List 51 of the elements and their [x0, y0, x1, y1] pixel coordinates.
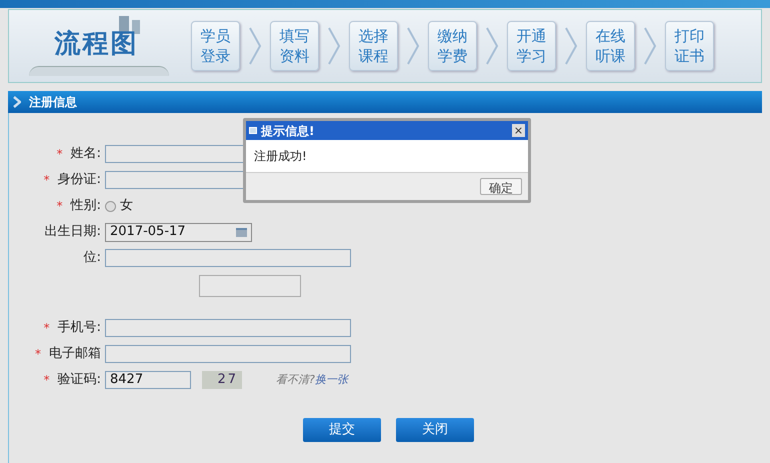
- window-icon: [249, 127, 257, 134]
- required-mark: *: [44, 172, 50, 189]
- field-label: 出生日期:: [44, 223, 101, 242]
- chevron-icon: [485, 26, 499, 66]
- chevron-icon: [327, 26, 341, 66]
- step-button[interactable]: 填写 资料: [270, 21, 319, 71]
- refresh-link[interactable]: 换一张: [314, 372, 348, 388]
- required-mark: *: [35, 346, 41, 363]
- dialog-message: 注册成功!: [253, 148, 308, 165]
- field-label: 手机号:: [58, 319, 101, 338]
- form-button[interactable]: 提交: [303, 418, 381, 442]
- required-mark: *: [44, 320, 50, 337]
- step-button[interactable]: 选择 课程: [349, 21, 398, 71]
- step-button[interactable]: 学员 登录: [191, 21, 240, 71]
- chevron-icon: [406, 26, 420, 66]
- field-label: 电子邮箱: [49, 345, 101, 364]
- form-button[interactable]: 关闭: [396, 418, 474, 442]
- required-mark: *: [56, 198, 63, 215]
- required-mark: *: [44, 372, 50, 389]
- step-button[interactable]: 开通 学习: [507, 21, 556, 71]
- field-label: 验证码:: [58, 371, 101, 390]
- dialog-titlebar: 提示信息! ×: [246, 121, 528, 140]
- field-label: 姓名:: [70, 145, 101, 164]
- radio-label: 女: [120, 197, 133, 216]
- text-field[interactable]: [105, 145, 245, 163]
- field-label: 性别:: [70, 197, 101, 216]
- step-button[interactable]: 在线 听课: [586, 21, 635, 71]
- chevron-icon: [13, 96, 21, 108]
- required-mark: *: [56, 146, 63, 163]
- calendar-icon[interactable]: [236, 228, 247, 236]
- text-field[interactable]: [105, 249, 351, 267]
- hint-text: 看不清?: [276, 372, 315, 388]
- date-field[interactable]: 2017-05-17: [105, 222, 252, 242]
- section-header: 注册信息: [8, 91, 762, 113]
- ok-button[interactable]: 确定: [480, 178, 522, 195]
- step-button[interactable]: 缴纳 学费: [428, 21, 477, 71]
- text-field[interactable]: [105, 171, 245, 189]
- text-field[interactable]: [105, 345, 351, 363]
- text-field[interactable]: [199, 275, 301, 297]
- text-field[interactable]: [105, 319, 351, 337]
- logo: 流程图: [24, 16, 169, 76]
- chevron-icon: [643, 26, 657, 66]
- radio-button[interactable]: [105, 200, 116, 212]
- field-label: 身份证:: [58, 171, 101, 190]
- field-label: 位:: [84, 249, 101, 268]
- step-button[interactable]: 打印 证书: [665, 21, 714, 71]
- chevron-icon: [248, 26, 262, 66]
- captcha-field[interactable]: 8427: [105, 371, 191, 389]
- close-button[interactable]: ×: [512, 124, 525, 137]
- chevron-icon: [564, 26, 578, 66]
- captcha-image: 27: [202, 371, 242, 389]
